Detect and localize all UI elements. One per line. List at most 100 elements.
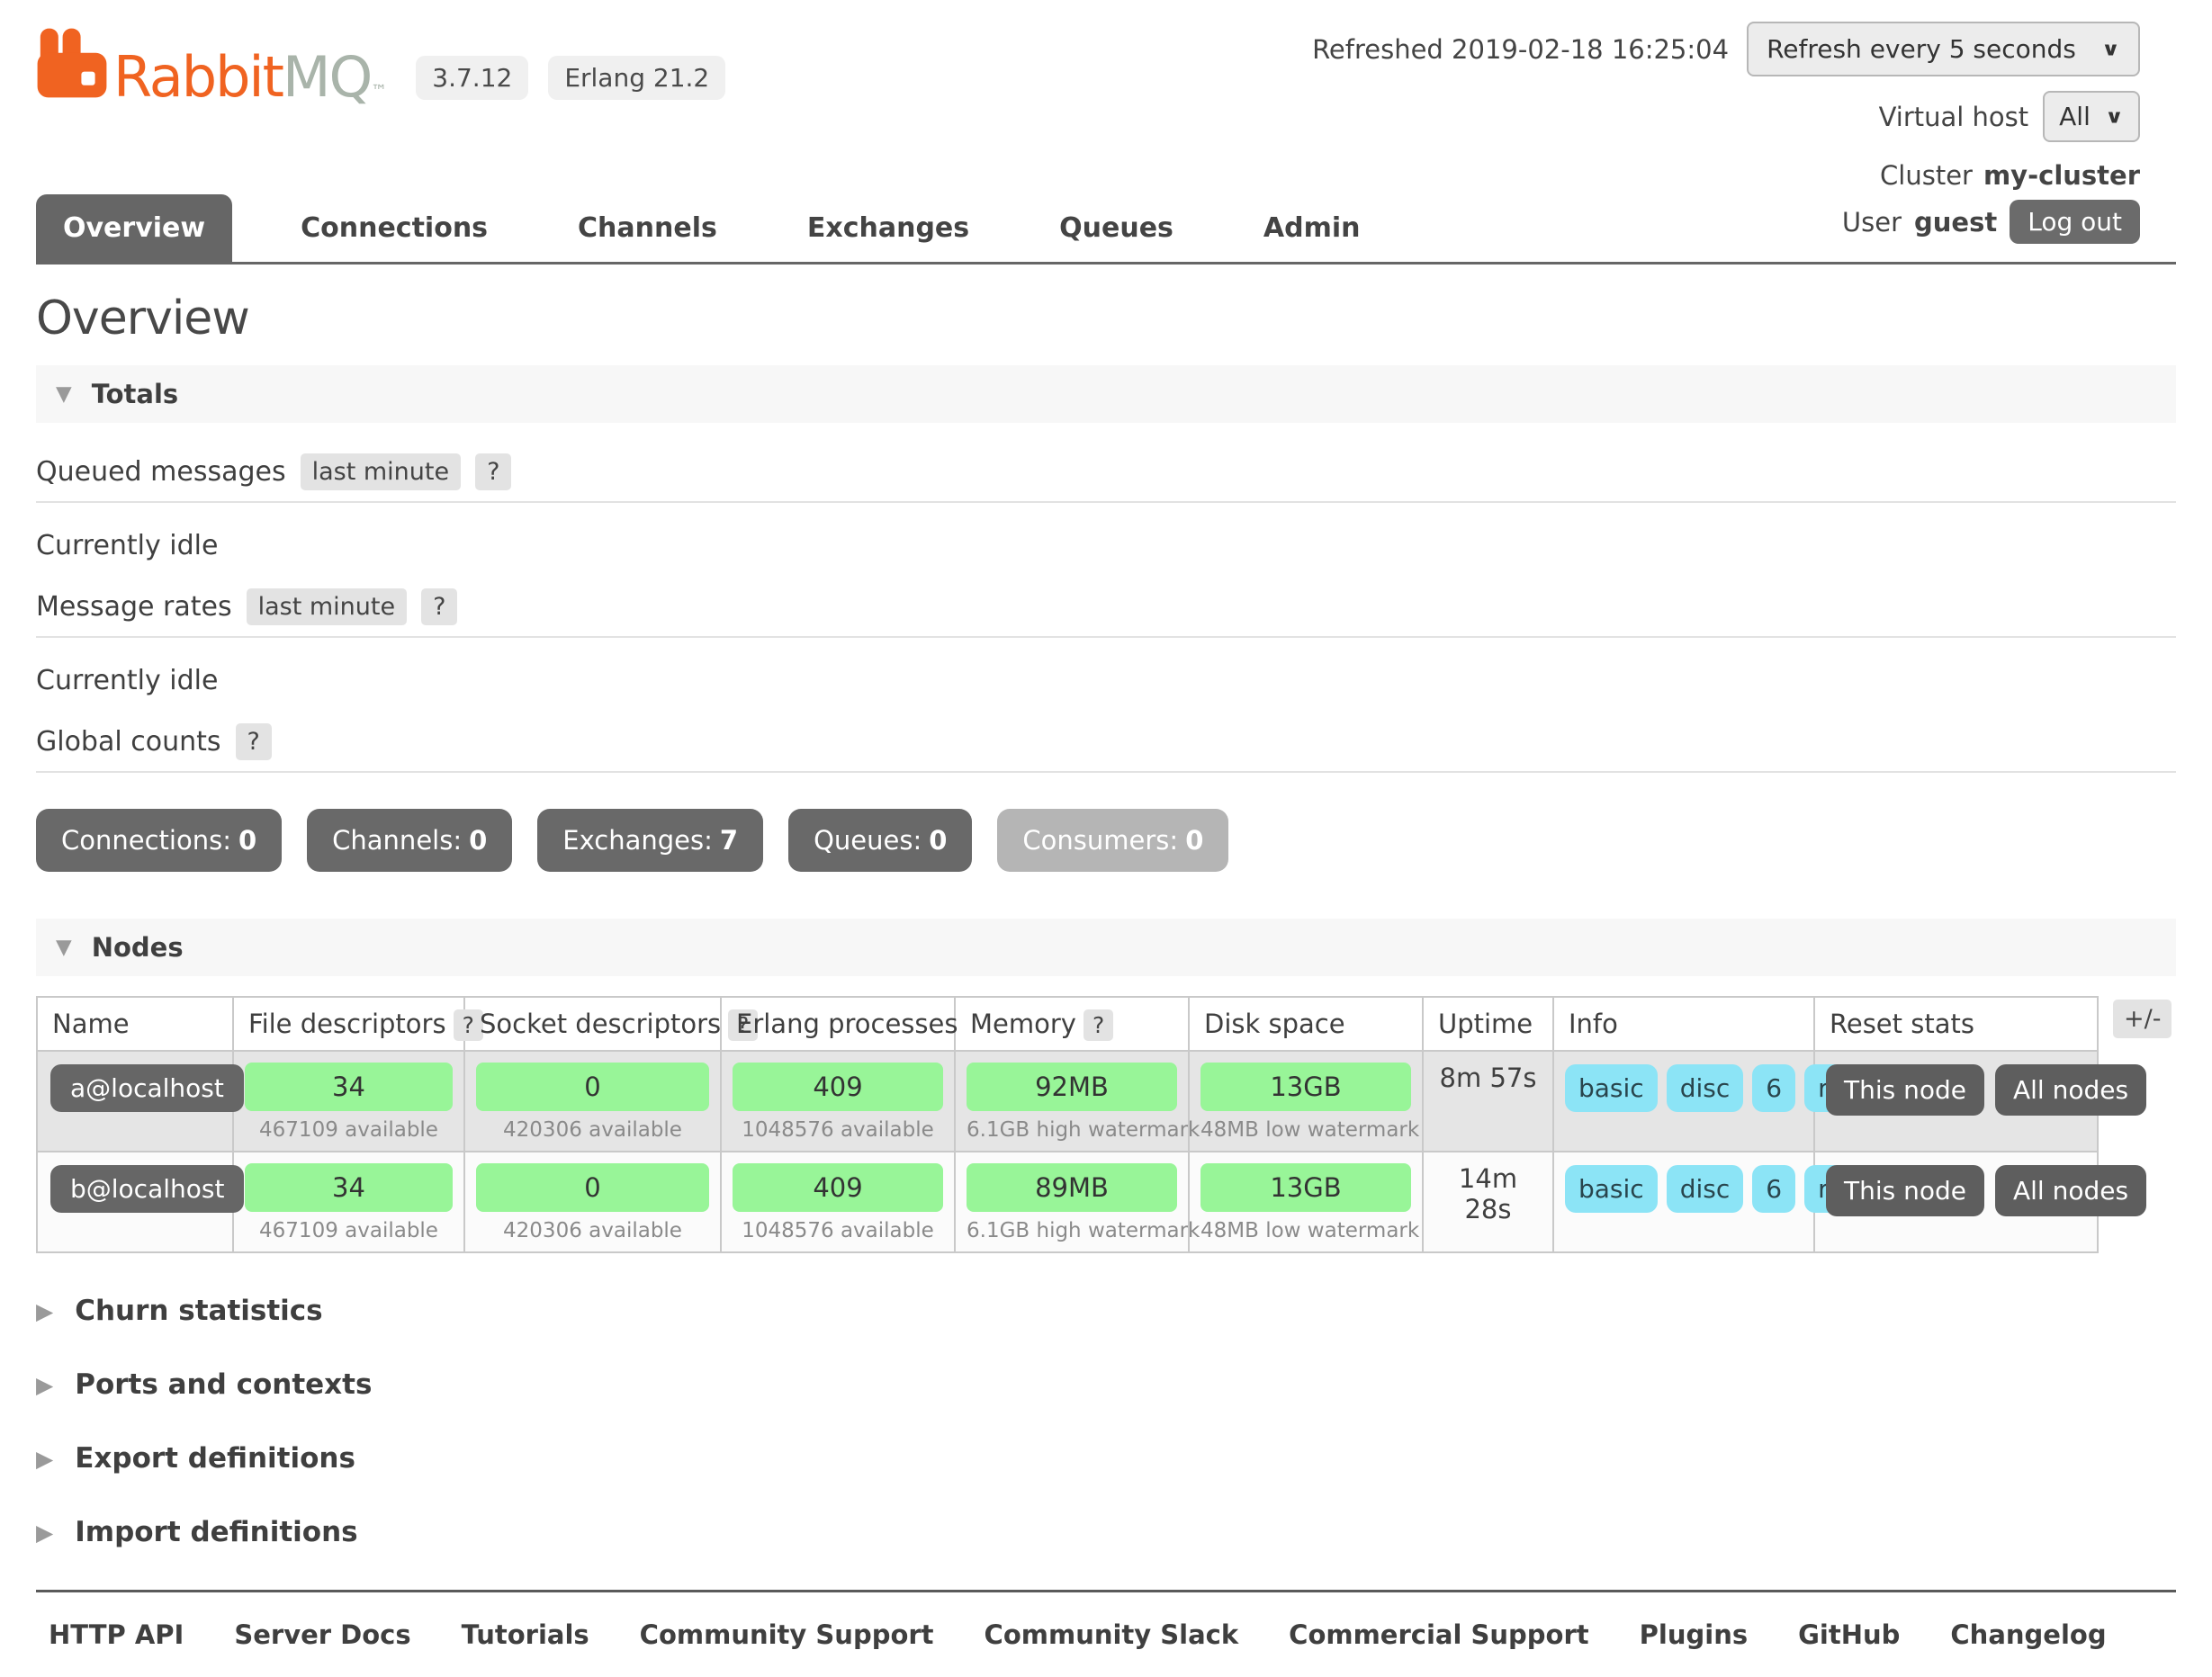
- message-rates-help-icon[interactable]: ?: [421, 588, 457, 625]
- import-definitions-section[interactable]: ▶ Import definitions: [36, 1516, 2176, 1548]
- consumers-count-value: 0: [1185, 825, 1203, 856]
- col-file-descriptors: File descriptors?: [233, 997, 464, 1051]
- col-erlang-processes-label: Erlang processes: [736, 1009, 958, 1039]
- memory-watermark: 6.1GB high watermark: [967, 1118, 1177, 1142]
- queued-messages-help-icon[interactable]: ?: [475, 453, 511, 490]
- cluster-label: Cluster: [1880, 160, 1973, 191]
- info-cell: basic disc 6 rss: [1553, 1051, 1814, 1152]
- refresh-interval-select[interactable]: Refresh every 5 seconds ∨: [1747, 22, 2140, 76]
- tab-channels[interactable]: Channels: [551, 194, 744, 262]
- reset-this-node-button[interactable]: This node: [1826, 1064, 1984, 1116]
- info-badge-plugin-count[interactable]: 6: [1752, 1165, 1795, 1213]
- header-right: Refreshed 2019-02-18 16:25:04 Refresh ev…: [1312, 22, 2140, 244]
- brand-wordmark: RabbitMQ™: [113, 49, 385, 105]
- tab-exchanges[interactable]: Exchanges: [780, 194, 996, 262]
- queues-count-label: Queues:: [814, 825, 922, 856]
- message-rates-heading: Message rates last minute ?: [36, 588, 2176, 638]
- footer-link-community-slack[interactable]: Community Slack: [985, 1619, 1239, 1650]
- queues-count-button[interactable]: Queues:0: [788, 809, 972, 872]
- col-reset-stats-label: Reset stats: [1830, 1009, 1974, 1039]
- ports-and-contexts-section[interactable]: ▶ Ports and contexts: [36, 1368, 2176, 1401]
- uptime-cell: 14m 28s: [1423, 1152, 1553, 1252]
- tab-connections[interactable]: Connections: [274, 194, 515, 262]
- footer-link-community-support[interactable]: Community Support: [640, 1619, 934, 1650]
- connections-count-label: Connections:: [61, 825, 231, 856]
- logout-button[interactable]: Log out: [2010, 200, 2140, 244]
- virtual-host-select[interactable]: All ∨: [2043, 91, 2140, 142]
- erlang-processes-value: 409: [733, 1063, 943, 1111]
- churn-statistics-label: Churn statistics: [75, 1295, 322, 1327]
- file-descriptors-available: 467109 available: [245, 1118, 453, 1142]
- refreshed-timestamp: Refreshed 2019-02-18 16:25:04: [1312, 34, 1729, 65]
- tab-queues[interactable]: Queues: [1032, 194, 1200, 262]
- disk-space-cell: 13GB 48MB low watermark: [1189, 1051, 1423, 1152]
- col-socket-descriptors-label: Socket descriptors: [480, 1009, 721, 1039]
- refresh-row: Refreshed 2019-02-18 16:25:04 Refresh ev…: [1312, 22, 2140, 76]
- queued-messages-heading: Queued messages last minute ?: [36, 453, 2176, 503]
- node-row-b: b@localhost 34 467109 available 0 420306…: [37, 1152, 2098, 1252]
- virtual-host-value: All: [2059, 102, 2091, 131]
- col-info: Info: [1553, 997, 1814, 1051]
- footer-link-http-api[interactable]: HTTP API: [49, 1619, 184, 1650]
- info-badge-basic[interactable]: basic: [1565, 1165, 1658, 1213]
- node-name-badge[interactable]: a@localhost: [50, 1064, 244, 1112]
- node-name-badge[interactable]: b@localhost: [50, 1165, 244, 1213]
- file-descriptors-help-icon[interactable]: ?: [454, 1009, 483, 1041]
- erlang-processes-available: 1048576 available: [733, 1118, 943, 1142]
- col-uptime-label: Uptime: [1438, 1009, 1533, 1039]
- exchanges-count-button[interactable]: Exchanges:7: [537, 809, 763, 872]
- user-row: User guest Log out: [1312, 200, 2140, 244]
- connections-count-button[interactable]: Connections:0: [36, 809, 282, 872]
- socket-descriptors-value: 0: [476, 1163, 709, 1212]
- queued-messages-label: Queued messages: [36, 456, 286, 488]
- footer-link-server-docs[interactable]: Server Docs: [234, 1619, 410, 1650]
- rabbitmq-version-badge: 3.7.12: [416, 56, 528, 100]
- rabbitmq-logo[interactable]: RabbitMQ™: [36, 27, 385, 105]
- triangle-down-icon: ▼: [56, 382, 72, 406]
- footer-link-tutorials[interactable]: Tutorials: [462, 1619, 589, 1650]
- footer-link-plugins[interactable]: Plugins: [1640, 1619, 1748, 1650]
- channels-count-button[interactable]: Channels:0: [307, 809, 512, 872]
- info-badges: basic disc 6 rss: [1565, 1063, 1803, 1112]
- memory-help-icon[interactable]: ?: [1084, 1009, 1113, 1041]
- erlang-processes-cell: 409 1048576 available: [721, 1051, 955, 1152]
- col-info-label: Info: [1569, 1009, 1618, 1039]
- message-rates-mode-badge[interactable]: last minute: [247, 588, 408, 625]
- info-badge-disc[interactable]: disc: [1667, 1165, 1744, 1213]
- reset-all-nodes-button[interactable]: All nodes: [1995, 1165, 2146, 1216]
- memory-value: 89MB: [967, 1163, 1177, 1212]
- footer-link-changelog[interactable]: Changelog: [1950, 1619, 2106, 1650]
- reset-buttons: This node All nodes: [1826, 1163, 2086, 1216]
- triangle-down-icon: ▼: [56, 936, 72, 959]
- global-counts-help-icon[interactable]: ?: [236, 723, 272, 760]
- triangle-right-icon: ▶: [36, 1446, 53, 1472]
- columns-plus-minus-button[interactable]: +/-: [2113, 1000, 2172, 1038]
- footer-links: HTTP API Server Docs Tutorials Community…: [36, 1592, 2176, 1677]
- col-name: Name: [37, 997, 233, 1051]
- memory-cell: 89MB 6.1GB high watermark: [955, 1152, 1189, 1252]
- queued-messages-mode-badge[interactable]: last minute: [301, 453, 462, 490]
- virtual-host-row: Virtual host All ∨: [1312, 91, 2140, 142]
- socket-descriptors-available: 420306 available: [476, 1118, 709, 1142]
- col-erlang-processes: Erlang processes: [721, 997, 955, 1051]
- tab-overview[interactable]: Overview: [36, 194, 232, 262]
- churn-statistics-section[interactable]: ▶ Churn statistics: [36, 1295, 2176, 1327]
- erlang-processes-value: 409: [733, 1163, 943, 1212]
- footer-link-github[interactable]: GitHub: [1798, 1619, 1900, 1650]
- cluster-name: my-cluster: [1983, 160, 2140, 191]
- footer-link-commercial-support[interactable]: Commercial Support: [1289, 1619, 1589, 1650]
- brand-mq: MQ: [283, 44, 371, 110]
- exchanges-count-label: Exchanges:: [562, 825, 713, 856]
- message-rates-label: Message rates: [36, 591, 232, 623]
- info-badge-disc[interactable]: disc: [1667, 1064, 1744, 1112]
- info-badge-basic[interactable]: basic: [1565, 1064, 1658, 1112]
- export-definitions-section[interactable]: ▶ Export definitions: [36, 1442, 2176, 1475]
- reset-this-node-button[interactable]: This node: [1826, 1165, 1984, 1216]
- col-disk-space-label: Disk space: [1204, 1009, 1345, 1039]
- info-badge-plugin-count[interactable]: 6: [1752, 1064, 1795, 1112]
- nodes-table: Name File descriptors? Socket descriptor…: [36, 996, 2099, 1253]
- totals-section-header[interactable]: ▼ Totals: [36, 365, 2176, 423]
- reset-all-nodes-button[interactable]: All nodes: [1995, 1064, 2146, 1116]
- nodes-section-header[interactable]: ▼ Nodes: [36, 919, 2176, 976]
- totals-section-label: Totals: [92, 379, 179, 409]
